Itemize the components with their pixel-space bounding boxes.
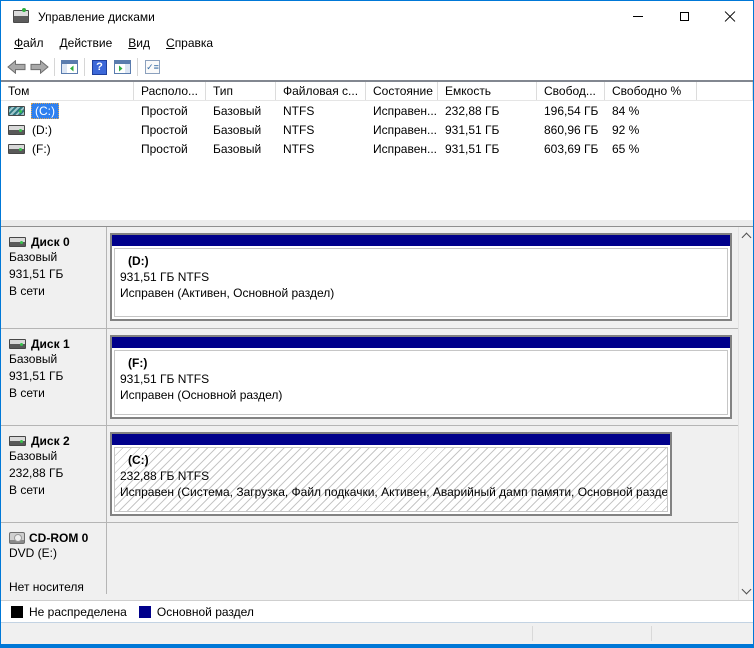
- column-header-blank: [697, 82, 753, 100]
- primary-partition-bar: [112, 434, 670, 445]
- cdrom-row: CD-ROM 0 DVD (E:) Нет носителя: [1, 523, 753, 594]
- volume-list: Том Располо... Тип Файловая с... Состоян…: [1, 81, 753, 220]
- column-header-layout[interactable]: Располо...: [134, 82, 206, 100]
- column-header-free-pct[interactable]: Свободно %: [605, 82, 697, 100]
- customize-button[interactable]: ✓≡: [141, 56, 164, 78]
- toolbar-separator: [137, 58, 138, 76]
- volume-row-c[interactable]: (C:) Простой Базовый NTFS Исправен... 23…: [1, 101, 753, 120]
- disk-2-canvas: (C:) 232,88 ГБ NTFS Исправен (Система, З…: [107, 426, 753, 522]
- pane-splitter[interactable]: [1, 220, 753, 227]
- primary-partition-swatch: [139, 606, 151, 618]
- legend-unallocated-label: Не распределена: [29, 605, 127, 619]
- disk-management-window: Управление дисками Файл Действие Вид Спр…: [0, 0, 754, 648]
- column-header-capacity[interactable]: Емкость: [438, 82, 537, 100]
- menu-file[interactable]: Файл: [6, 34, 52, 52]
- column-header-free[interactable]: Свобод...: [537, 82, 605, 100]
- window-controls: [615, 1, 753, 32]
- forward-icon: [30, 60, 49, 74]
- statusbar-divider: [651, 626, 652, 641]
- cdrom-canvas: [107, 523, 753, 594]
- help-button[interactable]: ?: [88, 56, 111, 78]
- status-bar: [1, 622, 753, 644]
- disk-icon: [9, 436, 26, 446]
- back-button[interactable]: [5, 56, 28, 78]
- scroll-down-button[interactable]: [739, 583, 753, 600]
- help-icon: ?: [92, 60, 107, 75]
- menu-help[interactable]: Справка: [158, 34, 221, 52]
- column-header-type[interactable]: Тип: [206, 82, 276, 100]
- forward-button[interactable]: [28, 56, 51, 78]
- window-bottom-border: [1, 644, 753, 647]
- cdrom-label[interactable]: CD-ROM 0 DVD (E:) Нет носителя: [1, 523, 107, 594]
- title-bar: Управление дисками: [1, 1, 753, 32]
- statusbar-divider: [532, 626, 533, 641]
- toolbar-separator: [54, 58, 55, 76]
- customize-icon: ✓≡: [145, 60, 160, 74]
- disk-0-row: Диск 0 Базовый 931,51 ГБ В сети (D:) 931…: [1, 227, 753, 329]
- action-pane-icon: [114, 60, 131, 74]
- volume-icon: [8, 125, 25, 135]
- disk-1-row: Диск 1 Базовый 931,51 ГБ В сети (F:) 931…: [1, 329, 753, 426]
- volume-icon: [8, 106, 25, 116]
- column-header-filesystem[interactable]: Файловая с...: [276, 82, 366, 100]
- maximize-button[interactable]: [661, 1, 707, 32]
- cdrom-icon: [9, 532, 25, 544]
- column-header-volume[interactable]: Том: [1, 82, 134, 100]
- legend-bar: Не распределена Основной раздел: [1, 600, 753, 622]
- minimize-button[interactable]: [615, 1, 661, 32]
- primary-partition-bar: [112, 337, 730, 348]
- volume-name: (D:): [32, 123, 52, 137]
- primary-partition-bar: [112, 235, 730, 246]
- back-icon: [7, 60, 26, 74]
- close-button[interactable]: [707, 1, 753, 32]
- show-console-tree-button[interactable]: [58, 56, 81, 78]
- partition-c-selected[interactable]: (C:) 232,88 ГБ NTFS Исправен (Система, З…: [110, 432, 672, 516]
- disk-icon: [9, 339, 26, 349]
- volume-icon: [8, 144, 25, 154]
- menu-action[interactable]: Действие: [52, 34, 121, 52]
- vertical-scrollbar[interactable]: [738, 227, 753, 600]
- menu-bar: Файл Действие Вид Справка: [1, 32, 753, 54]
- show-hide-action-pane-button[interactable]: [111, 56, 134, 78]
- toolbar: ? ✓≡: [1, 54, 753, 81]
- disk-1-canvas: (F:) 931,51 ГБ NTFS Исправен (Основной р…: [107, 329, 753, 425]
- partition-f[interactable]: (F:) 931,51 ГБ NTFS Исправен (Основной р…: [110, 335, 732, 419]
- app-icon: [13, 10, 29, 23]
- chevron-up-icon: [742, 233, 752, 243]
- disk-1-label[interactable]: Диск 1 Базовый 931,51 ГБ В сети: [1, 329, 107, 425]
- legend-primary-label: Основной раздел: [157, 605, 254, 619]
- console-tree-icon: [61, 60, 78, 74]
- unallocated-swatch: [11, 606, 23, 618]
- disk-icon: [9, 237, 26, 247]
- column-header-status[interactable]: Состояние: [366, 82, 438, 100]
- volume-row-f[interactable]: (F:) Простой Базовый NTFS Исправен... 93…: [1, 139, 753, 158]
- menu-view[interactable]: Вид: [120, 34, 158, 52]
- window-title: Управление дисками: [38, 10, 155, 24]
- partition-d[interactable]: (D:) 931,51 ГБ NTFS Исправен (Активен, О…: [110, 233, 732, 321]
- chevron-down-icon: [742, 585, 752, 595]
- disk-2-label[interactable]: Диск 2 Базовый 232,88 ГБ В сети: [1, 426, 107, 522]
- volume-row-d[interactable]: (D:) Простой Базовый NTFS Исправен... 93…: [1, 120, 753, 139]
- volume-name-selected: (C:): [31, 103, 59, 119]
- disk-2-row: Диск 2 Базовый 232,88 ГБ В сети (C:) 232…: [1, 426, 753, 523]
- maximize-icon: [680, 12, 689, 21]
- toolbar-separator: [84, 58, 85, 76]
- volume-list-header: Том Располо... Тип Файловая с... Состоян…: [1, 82, 753, 101]
- graphical-view: Диск 0 Базовый 931,51 ГБ В сети (D:) 931…: [1, 227, 753, 600]
- scroll-up-button[interactable]: [739, 227, 753, 244]
- volume-name: (F:): [32, 142, 51, 156]
- disk-0-canvas: (D:) 931,51 ГБ NTFS Исправен (Активен, О…: [107, 227, 753, 328]
- disk-0-label[interactable]: Диск 0 Базовый 931,51 ГБ В сети: [1, 227, 107, 328]
- minimize-icon: [633, 16, 643, 17]
- close-icon: [724, 11, 736, 23]
